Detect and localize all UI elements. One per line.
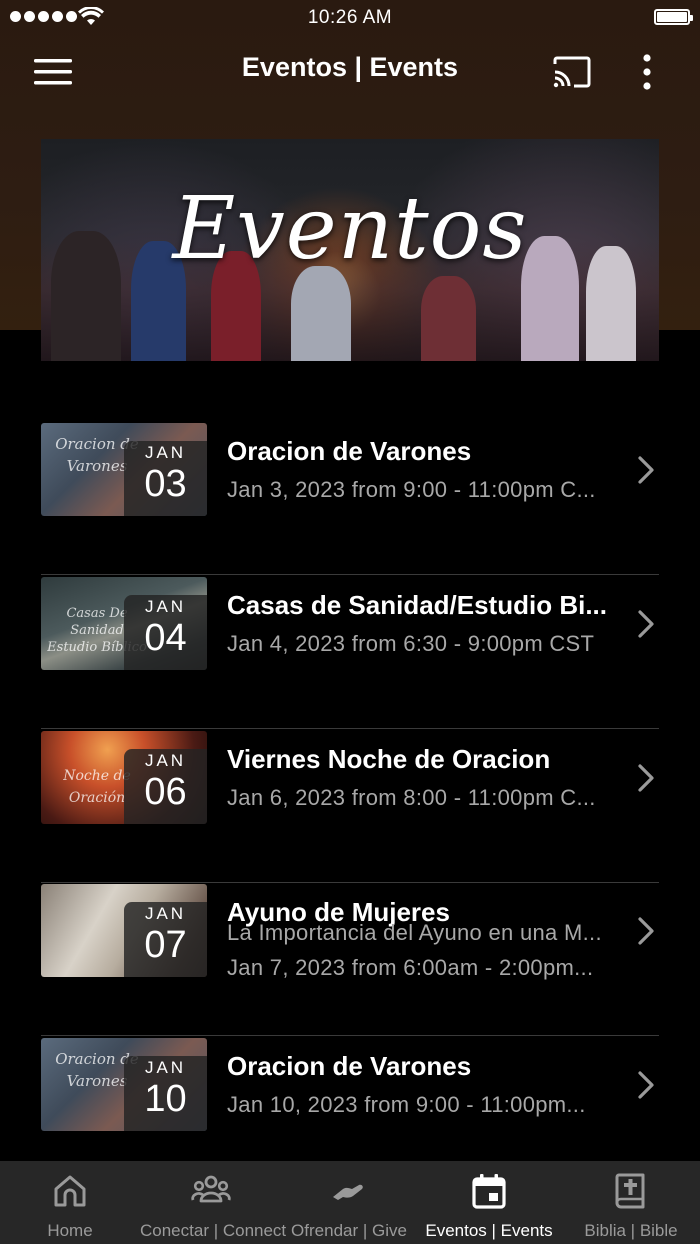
page-title: Eventos | Events: [241, 52, 459, 82]
event-item[interactable]: JAN 07 Ayuno de Mujeres La Importancia d…: [41, 883, 659, 1036]
event-time: Jan 4, 2023 from 6:30 - 9:00pm CST: [227, 631, 595, 656]
event-thumbnail: JAN 07: [41, 884, 207, 977]
date-badge: JAN 04: [124, 595, 207, 670]
chevron-right-icon: [638, 917, 654, 945]
event-month: JAN: [144, 443, 187, 462]
bible-icon: [615, 1173, 645, 1209]
chevron-right-icon: [638, 764, 654, 792]
chevron-right-icon: [638, 456, 654, 484]
date-badge: JAN 06: [124, 749, 207, 824]
event-item[interactable]: Oracion de Varones JAN 03 Oracion de Var…: [41, 422, 659, 575]
tab-label: Conectar | Connect: [140, 1221, 287, 1240]
event-item[interactable]: Casas De Sanidad Estudio Bíblico JAN 04 …: [41, 576, 659, 729]
tab-label: Biblia | Bible: [584, 1221, 678, 1240]
cast-icon: [553, 56, 591, 88]
tab-connect[interactable]: Conectar | Connect: [140, 1161, 287, 1244]
event-day: 03: [144, 463, 187, 505]
event-title: Viernes Noche de Oracion: [227, 744, 551, 774]
tab-home[interactable]: Home: [0, 1161, 140, 1244]
tab-label: Home: [47, 1221, 93, 1240]
event-thumbnail: Casas De Sanidad Estudio Bíblico JAN 04: [41, 577, 207, 670]
event-time: Jan 7, 2023 from 6:00am - 2:00pm...: [227, 955, 594, 980]
banner-title: Eventos: [172, 179, 528, 279]
home-icon: [54, 1175, 86, 1207]
tab-events[interactable]: Eventos | Events: [416, 1161, 562, 1244]
event-description: La Importancia del Ayuno en una M...: [227, 920, 602, 945]
more-options-button[interactable]: [625, 50, 669, 94]
event-time: Jan 6, 2023 from 8:00 - 11:00pm C...: [227, 785, 596, 810]
calendar-icon: [472, 1174, 506, 1209]
divider: [41, 574, 659, 575]
event-thumbnail: Noche de Oración JAN 06: [41, 731, 207, 824]
event-thumbnail: Oracion de Varones JAN 10: [41, 1038, 207, 1131]
tab-label: Eventos | Events: [425, 1221, 553, 1240]
event-title: Casas de Sanidad/Estudio Bi...: [227, 590, 607, 620]
divider: [41, 728, 659, 729]
event-time: Jan 3, 2023 from 9:00 - 11:00pm C...: [227, 477, 596, 502]
events-banner: Eventos: [41, 139, 659, 361]
event-month: JAN: [144, 1058, 187, 1077]
cast-button[interactable]: [550, 50, 594, 94]
status-time: 10:26 AM: [307, 7, 393, 28]
give-hand-icon: [333, 1184, 363, 1200]
event-day: 10: [144, 1078, 187, 1120]
event-day: 06: [144, 771, 187, 813]
date-badge: JAN 03: [124, 441, 207, 516]
date-badge: JAN 07: [124, 902, 207, 977]
group-icon: [191, 1175, 231, 1203]
event-thumbnail: Oracion de Varones JAN 03: [41, 423, 207, 516]
event-time: Jan 10, 2023 from 9:00 - 11:00pm...: [227, 1092, 586, 1117]
more-vertical-icon: [643, 54, 651, 90]
status-bar: 10:26 AM: [0, 0, 700, 36]
event-month: JAN: [144, 751, 187, 770]
tab-bible[interactable]: Biblia | Bible: [562, 1161, 700, 1244]
chevron-right-icon: [638, 610, 654, 638]
event-month: JAN: [144, 904, 187, 923]
event-title: Oracion de Varones: [227, 436, 472, 466]
divider: [41, 1035, 659, 1036]
battery-icon: [654, 9, 693, 25]
tab-give[interactable]: Ofrendar | Give: [282, 1161, 416, 1244]
tab-bar: Home Conectar | Connect Ofrendar | Give …: [0, 1161, 700, 1244]
date-badge: JAN 10: [124, 1056, 207, 1131]
chevron-right-icon: [638, 1071, 654, 1099]
event-day: 04: [144, 617, 187, 659]
event-day: 07: [144, 924, 187, 966]
event-month: JAN: [144, 597, 187, 616]
event-item[interactable]: Noche de Oración JAN 06 Viernes Noche de…: [41, 730, 659, 883]
tab-label: Ofrendar | Give: [291, 1221, 407, 1240]
event-title: Oracion de Varones: [227, 1051, 472, 1081]
